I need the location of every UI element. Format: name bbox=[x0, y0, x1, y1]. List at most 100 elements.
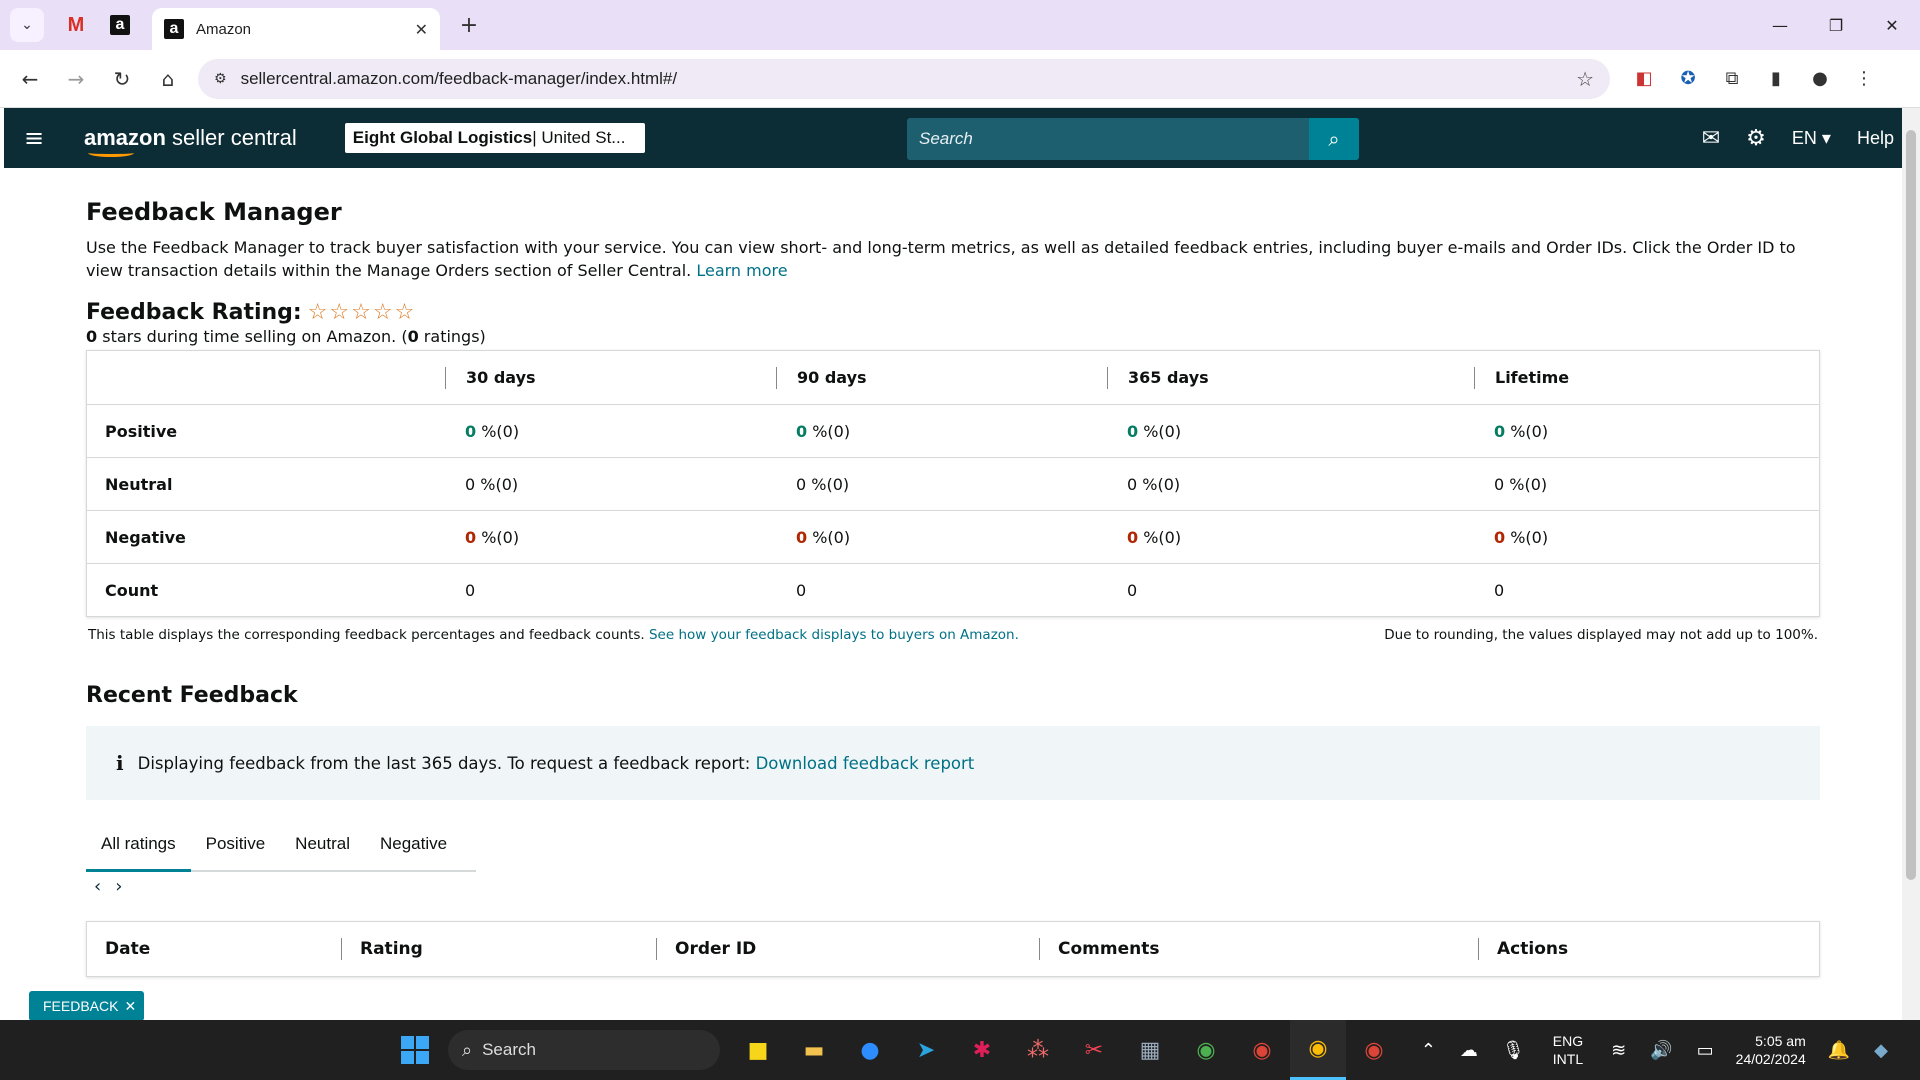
cell: 0 %(0) bbox=[445, 422, 776, 441]
row-label: Positive bbox=[105, 421, 178, 441]
minimize-icon[interactable]: — bbox=[1752, 0, 1808, 50]
rating-summary: 0 stars during time selling on Amazon. (… bbox=[86, 327, 1820, 346]
column-actions[interactable]: Actions bbox=[1478, 938, 1819, 960]
microphone-icon[interactable]: 🎙 bbox=[1502, 1040, 1525, 1061]
telegram-icon[interactable]: ➤ bbox=[898, 1020, 954, 1080]
new-tab-button[interactable]: + bbox=[454, 13, 484, 38]
cell-percent: %(0) bbox=[476, 527, 520, 547]
tab-positive[interactable]: Positive bbox=[191, 817, 281, 871]
sticky-notes-icon[interactable]: ■ bbox=[730, 1020, 786, 1080]
slack-icon[interactable]: ✱ bbox=[954, 1020, 1010, 1080]
column-comments[interactable]: Comments bbox=[1039, 938, 1478, 960]
learn-more-link[interactable]: Learn more bbox=[696, 261, 787, 280]
settings-gear-icon[interactable]: ⚙ bbox=[1746, 125, 1766, 151]
close-tab-icon[interactable]: ✕ bbox=[415, 20, 428, 39]
page-title: Feedback Manager bbox=[86, 198, 342, 226]
battery-icon[interactable]: ▭ bbox=[1697, 1040, 1714, 1061]
cell: 0 %(0) bbox=[1474, 528, 1819, 547]
close-feedback-icon[interactable]: ✕ bbox=[124, 998, 136, 1015]
tab-all-ratings[interactable]: All ratings bbox=[86, 818, 191, 872]
column-order-id[interactable]: Order ID bbox=[656, 938, 1039, 960]
extensions-puzzle-icon[interactable]: ⧉ bbox=[1710, 57, 1754, 101]
copilot-icon[interactable]: ◆ bbox=[1874, 1040, 1888, 1061]
asana-icon[interactable]: ⁂ bbox=[1010, 1020, 1066, 1080]
feedback-rating-heading: Feedback Rating: ☆☆☆☆☆ bbox=[86, 300, 1820, 325]
chrome-icon[interactable]: ◉ bbox=[1234, 1020, 1290, 1080]
page-scrollbar[interactable] bbox=[1902, 108, 1920, 1020]
search-button[interactable]: ⌕ bbox=[1309, 118, 1359, 160]
table-row-neutral: Neutral 0 %(0) 0 %(0) 0 %(0) 0 %(0) bbox=[87, 457, 1819, 510]
cell-percent: %(0) bbox=[1137, 474, 1181, 494]
extension-blue-icon[interactable]: ✪ bbox=[1666, 57, 1710, 101]
tab-search-dropdown-icon[interactable]: ⌄ bbox=[10, 8, 44, 42]
taskbar-search[interactable]: ⌕ Search bbox=[448, 1030, 720, 1070]
side-panel-icon[interactable]: ▮ bbox=[1754, 57, 1798, 101]
cell-percent: %(0) bbox=[1138, 421, 1182, 441]
help-link[interactable]: Help bbox=[1857, 128, 1894, 149]
next-page-icon[interactable]: › bbox=[115, 876, 122, 897]
home-button[interactable]: ⌂ bbox=[146, 57, 190, 101]
download-report-link[interactable]: Download feedback report bbox=[756, 754, 975, 773]
chevron-up-icon[interactable]: ⌃ bbox=[1421, 1040, 1436, 1061]
snipping-tool-icon[interactable]: ✂ bbox=[1066, 1020, 1122, 1080]
column-rating[interactable]: Rating bbox=[341, 938, 656, 960]
reload-button[interactable]: ↻ bbox=[100, 57, 144, 101]
volume-icon[interactable]: 🔊 bbox=[1650, 1040, 1672, 1061]
window-controls: — ❐ ✕ bbox=[1752, 0, 1920, 50]
row-label: Negative bbox=[105, 527, 186, 547]
cell: 0 %(0) bbox=[445, 475, 776, 494]
tab-negative[interactable]: Negative bbox=[365, 817, 462, 871]
back-button[interactable]: ← bbox=[8, 57, 52, 101]
forward-button[interactable]: → bbox=[54, 57, 98, 101]
address-bar[interactable]: ⚙ sellercentral.amazon.com/feedback-mana… bbox=[198, 58, 1610, 99]
notification-bell-icon[interactable]: 🔔 bbox=[1828, 1040, 1850, 1061]
windows-start-icon[interactable] bbox=[401, 1036, 429, 1064]
extension-icon[interactable]: ◧ bbox=[1622, 57, 1666, 101]
seller-central-logo[interactable]: amazon seller central bbox=[84, 125, 297, 157]
tab-neutral[interactable]: Neutral bbox=[280, 817, 365, 871]
prev-page-icon[interactable]: ‹ bbox=[94, 876, 101, 897]
profile-avatar-icon[interactable]: ● bbox=[1798, 57, 1842, 101]
bookmark-star-icon[interactable]: ☆ bbox=[1576, 67, 1594, 91]
cell-percent: %(0) bbox=[1504, 474, 1548, 494]
url-text[interactable]: sellercentral.amazon.com/feedback-manage… bbox=[241, 69, 1577, 89]
chrome-icon[interactable]: ◉ bbox=[1346, 1020, 1402, 1080]
cell-number: 0 bbox=[1494, 474, 1505, 494]
account-switcher[interactable]: Eight Global Logistics | United St... bbox=[344, 123, 645, 153]
hamburger-menu-icon[interactable]: ≡ bbox=[4, 124, 64, 152]
feedback-widget-button[interactable]: FEEDBACK ✕ bbox=[29, 991, 145, 1021]
column-date[interactable]: Date bbox=[87, 938, 341, 960]
pinned-tab-gmail[interactable]: M bbox=[54, 0, 98, 50]
cell-number: 0 bbox=[465, 474, 476, 494]
search-input[interactable] bbox=[907, 129, 1309, 149]
scrollbar-thumb[interactable] bbox=[1906, 130, 1916, 880]
pinned-tab-amazon[interactable]: a bbox=[98, 0, 142, 50]
clock[interactable]: 5:05 am 24/02/2024 bbox=[1736, 1032, 1806, 1068]
input-language[interactable]: ENG INTL bbox=[1553, 1032, 1583, 1068]
cell: 0 bbox=[465, 580, 476, 600]
table-row-negative: Negative 0 %(0) 0 %(0) 0 %(0) 0 %(0) bbox=[87, 510, 1819, 563]
file-explorer-icon[interactable]: ▬ bbox=[786, 1020, 842, 1080]
wifi-icon[interactable]: ≋ bbox=[1611, 1040, 1626, 1061]
calculator-icon[interactable]: ▦ bbox=[1122, 1020, 1178, 1080]
onedrive-icon[interactable]: ☁ bbox=[1460, 1040, 1478, 1061]
active-tab[interactable]: a Amazon ✕ bbox=[152, 8, 440, 50]
header-30-days: 30 days bbox=[445, 366, 776, 389]
mail-icon[interactable]: ✉ bbox=[1702, 125, 1720, 151]
close-window-icon[interactable]: ✕ bbox=[1864, 0, 1920, 50]
chrome-icon[interactable]: ◉ bbox=[1178, 1020, 1234, 1080]
amazon-smile-icon bbox=[88, 149, 134, 157]
logo-amazon-text: amazon bbox=[84, 125, 166, 150]
rating-stars-icon: ☆☆☆☆☆ bbox=[307, 300, 417, 325]
restore-icon[interactable]: ❐ bbox=[1808, 0, 1864, 50]
browser-menu-icon[interactable]: ⋮ bbox=[1842, 57, 1886, 101]
language-selector[interactable]: EN ▾ bbox=[1792, 128, 1831, 149]
intro-text: Use the Feedback Manager to track buyer … bbox=[86, 236, 1820, 282]
buyer-display-link[interactable]: See how your feedback displays to buyers… bbox=[649, 627, 1019, 643]
site-info-icon[interactable]: ⚙ bbox=[214, 71, 227, 87]
cell: 0 %(0) bbox=[1107, 422, 1474, 441]
zoom-icon[interactable]: ● bbox=[842, 1020, 898, 1080]
clock-date: 24/02/2024 bbox=[1735, 1051, 1806, 1067]
chrome-icon[interactable]: ◉ bbox=[1290, 1020, 1346, 1080]
cell: 0 %(0) bbox=[776, 475, 1107, 494]
